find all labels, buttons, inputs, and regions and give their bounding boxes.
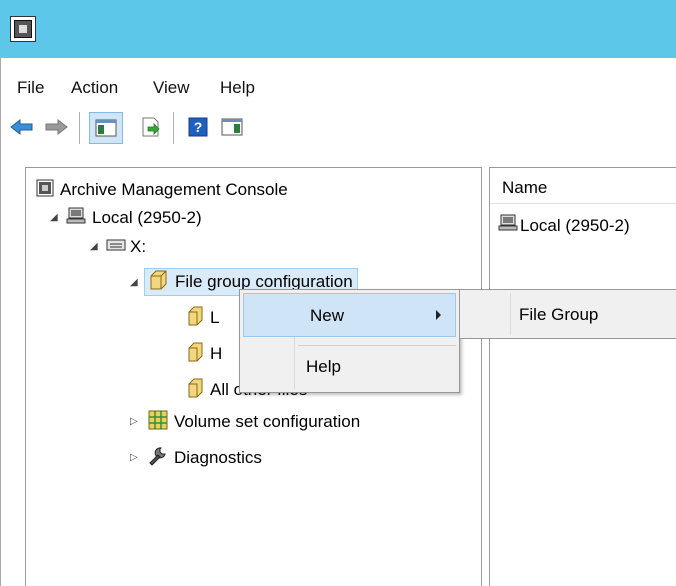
export-list-icon[interactable] xyxy=(136,112,166,142)
tree-label-child-1: L xyxy=(210,308,220,327)
back-arrow-icon[interactable] xyxy=(7,112,37,142)
drive-icon xyxy=(106,237,126,257)
show-action-pane-icon[interactable] xyxy=(217,112,247,142)
toolbar-separator xyxy=(79,112,80,144)
context-submenu: File Group xyxy=(459,289,676,339)
show-hide-tree-icon[interactable] xyxy=(89,112,123,144)
tree-label-drive: X: xyxy=(130,237,147,256)
file-group-config-icon xyxy=(147,270,169,295)
tree-node-local[interactable]: Local (2950-2) xyxy=(66,204,202,232)
context-menu-new-label: New xyxy=(310,306,345,325)
toolbar-separator xyxy=(173,112,174,144)
tree-label-volume-set: Volume set configuration xyxy=(174,412,361,431)
tree-node-root[interactable]: Archive Management Console xyxy=(36,176,288,204)
tree-label-child-2: H xyxy=(210,344,223,363)
list-item[interactable]: Local (2950-2) xyxy=(498,214,630,237)
toolbar: ? xyxy=(0,106,676,150)
context-menu-new[interactable]: New xyxy=(243,293,456,337)
context-menu-help[interactable]: Help xyxy=(306,357,341,377)
wrench-icon xyxy=(148,446,168,471)
file-group-icon xyxy=(186,306,204,331)
menu-file[interactable]: File xyxy=(17,78,44,98)
menu-gutter xyxy=(510,293,511,335)
collapse-triangle-icon[interactable]: ◢ xyxy=(130,277,138,288)
computer-icon xyxy=(66,207,86,230)
console-root-icon xyxy=(36,179,54,202)
expand-triangle-icon[interactable]: ▷ xyxy=(130,452,138,463)
mmc-console-icon[interactable] xyxy=(10,16,36,42)
tree-label-local: Local (2950-2) xyxy=(92,208,202,227)
tree-label-root: Archive Management Console xyxy=(60,180,288,199)
tree-node-volume-set[interactable]: Volume set configuration xyxy=(148,408,360,436)
help-icon[interactable]: ? xyxy=(183,112,213,142)
file-group-icon xyxy=(186,342,204,367)
volume-set-icon xyxy=(148,410,168,435)
tree-node-child-2[interactable]: H xyxy=(186,340,222,368)
submenu-arrow-icon xyxy=(436,310,441,320)
tree-node-diagnostics[interactable]: Diagnostics xyxy=(148,444,262,472)
expand-triangle-icon[interactable]: ▷ xyxy=(130,416,138,427)
menu-separator xyxy=(298,345,456,346)
tree-label-diagnostics: Diagnostics xyxy=(174,448,262,467)
title-bar[interactable] xyxy=(0,0,676,58)
tree-node-child-1[interactable]: L xyxy=(186,304,219,332)
list-pane[interactable]: Name Local (2950-2) xyxy=(489,167,676,586)
tree-node-drive[interactable]: X: xyxy=(106,233,146,261)
computer-icon xyxy=(498,214,518,237)
menu-view[interactable]: View xyxy=(153,78,190,98)
context-menu: New Help xyxy=(239,289,460,393)
file-group-icon xyxy=(186,378,204,403)
list-item-label: Local (2950-2) xyxy=(520,215,630,235)
menu-action[interactable]: Action xyxy=(71,78,118,98)
menu-help[interactable]: Help xyxy=(220,78,255,98)
forward-arrow-icon[interactable] xyxy=(41,112,71,142)
context-menu-file-group[interactable]: File Group xyxy=(519,305,598,325)
collapse-triangle-icon[interactable]: ◢ xyxy=(90,241,98,252)
svg-text:?: ? xyxy=(194,119,203,135)
column-header-name[interactable]: Name xyxy=(502,178,547,198)
column-header[interactable]: Name xyxy=(490,168,676,204)
collapse-triangle-icon[interactable]: ◢ xyxy=(50,212,58,223)
